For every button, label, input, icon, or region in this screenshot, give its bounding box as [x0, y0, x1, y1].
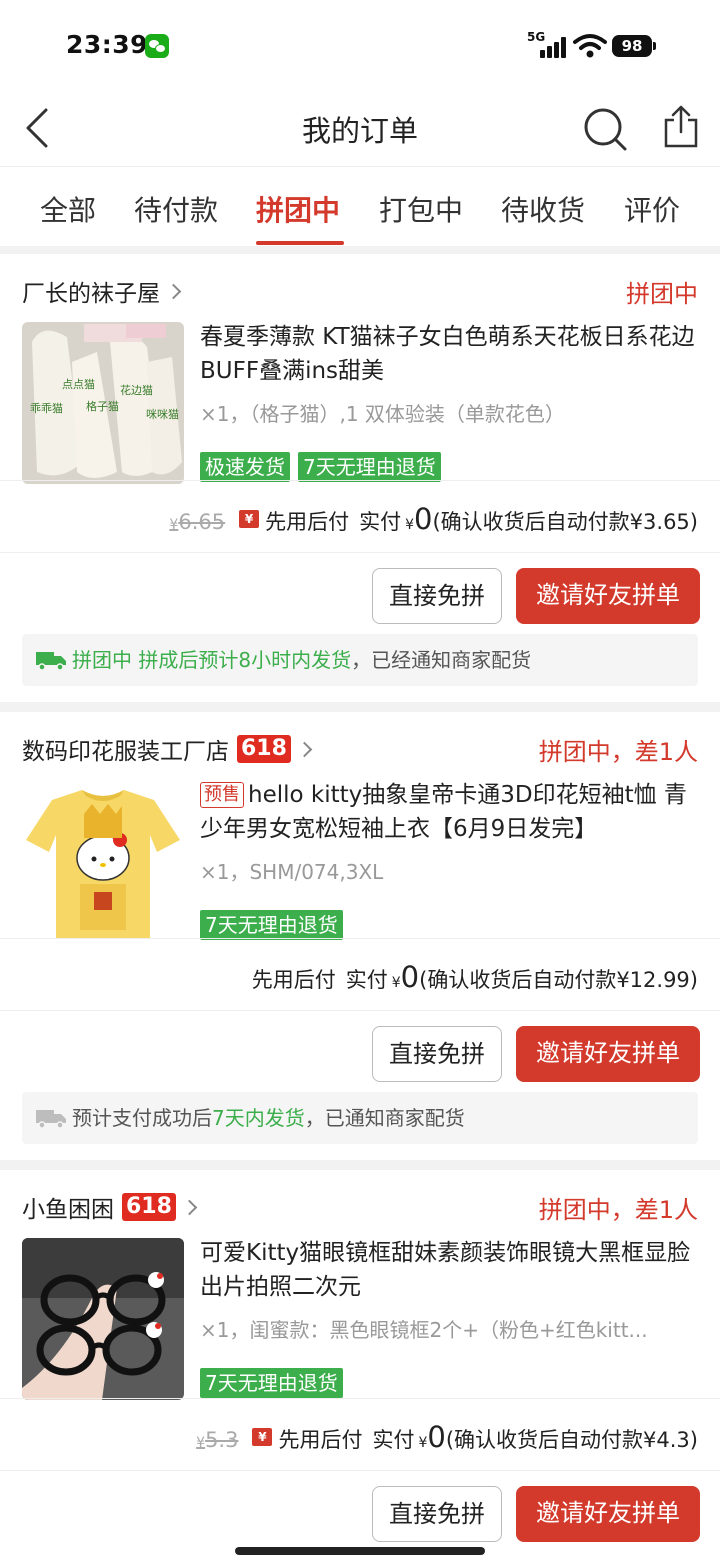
- order-card: 数码印花服装工厂店 618 拼团中，差1人 预售 hello kitty抽象皇帝卡…: [0, 712, 720, 1160]
- skip-group-button[interactable]: 直接免拼: [372, 1486, 502, 1542]
- chevron-right-icon: [181, 1199, 198, 1215]
- original-price: ¥5.3: [196, 1428, 239, 1452]
- shop-name-label: 小鱼困困: [22, 1197, 114, 1223]
- shipping-notice: 预计支付成功后7天内发货，已通知商家配货: [22, 1092, 698, 1144]
- share-icon[interactable]: [662, 104, 700, 150]
- invite-friend-button[interactable]: 邀请好友拼单: [516, 568, 700, 624]
- skip-group-button[interactable]: 直接免拼: [372, 568, 502, 624]
- truck-icon: [36, 652, 66, 670]
- chevron-right-icon: [165, 283, 182, 299]
- product-title-text: hello kitty抽象皇帝卡通3D印花短袖t恤 青少年男女宽松短袖上衣【6月…: [200, 782, 687, 842]
- skip-group-button[interactable]: 直接免拼: [372, 1026, 502, 1082]
- free-return-tag: 7天无理由退货: [200, 1368, 343, 1398]
- actual-amount: ¥0: [391, 960, 420, 994]
- pay-later-label: 先用后付: [278, 1428, 363, 1452]
- shipping-notice: 拼团中 拼成后预计8小时内发货，已经通知商家配货: [22, 634, 698, 686]
- promo-618-badge: 618: [122, 1193, 176, 1221]
- service-tags: 7天无理由退货: [200, 910, 343, 940]
- home-indicator[interactable]: [235, 1547, 485, 1555]
- truck-icon: [36, 1110, 66, 1128]
- thumb-label: 花边猫: [120, 384, 153, 397]
- pay-later-icon: ¥: [239, 510, 260, 528]
- actual-label: 实付: [345, 968, 388, 992]
- presale-tag: 预售: [200, 782, 244, 808]
- active-tab-indicator: [256, 241, 344, 245]
- notice-text: ，已经通知商家配货: [351, 648, 532, 672]
- notice-text: 预计支付成功后: [72, 1106, 212, 1130]
- free-return-tag: 7天无理由退货: [298, 452, 441, 482]
- auto-pay-note: (确认收货后自动付款¥12.99): [419, 968, 698, 992]
- order-status: 拼团中: [626, 280, 698, 308]
- clock: 23:39: [66, 30, 149, 59]
- pay-later-label: 先用后付: [265, 510, 350, 534]
- divider: [0, 1470, 720, 1471]
- divider: [0, 938, 720, 939]
- shop-name[interactable]: 厂长的袜子屋: [22, 274, 182, 308]
- order-tabs: 全部 待付款 拼团中 打包中 待收货 评价: [0, 166, 720, 246]
- chevron-right-icon: [296, 741, 313, 757]
- original-price: ¥6.65: [169, 510, 226, 534]
- thumb-label: 格子猫: [86, 399, 119, 413]
- thumb-label: 点点猫: [62, 378, 95, 391]
- product-spec: ×1，SHM/074,3XL: [200, 860, 384, 884]
- auto-pay-note: (确认收货后自动付款¥3.65): [432, 510, 698, 534]
- product-spec: ×1，（格子猫）,1 双体验装（单款花色）: [200, 402, 565, 426]
- service-tags: 极速发货 7天无理由退货: [200, 452, 441, 482]
- divider: [0, 480, 720, 481]
- tab-pending-payment[interactable]: 待付款: [134, 189, 218, 229]
- actual-amount: ¥0: [418, 1420, 446, 1454]
- product-title[interactable]: 春夏季薄款 KT猫袜子女白色萌系天花板日系花边BUFF叠满ins甜美: [200, 320, 700, 388]
- shop-name[interactable]: 小鱼困困 618: [22, 1190, 198, 1224]
- status-bar: 23:39 5G 98: [0, 0, 720, 92]
- product-title[interactable]: 可爱Kitty猫眼镜框甜妹素颜装饰眼镜大黑框显脸出片拍照二次元: [200, 1236, 700, 1304]
- search-icon[interactable]: [582, 106, 628, 152]
- pay-later-icon: ¥: [252, 1428, 273, 1446]
- auto-pay-note: (确认收货后自动付款¥4.3): [445, 1428, 698, 1452]
- divider: [0, 1398, 720, 1399]
- shop-name-label: 数码印花服装工厂店: [22, 739, 229, 765]
- notice-text: ，已通知商家配货: [304, 1106, 465, 1130]
- tab-all[interactable]: 全部: [40, 189, 96, 229]
- free-return-tag: 7天无理由退货: [200, 910, 343, 940]
- wechat-icon: [145, 34, 169, 58]
- fast-shipping-tag: 极速发货: [200, 452, 290, 482]
- price-row: ¥6.65 ¥ 先用后付 实付 ¥0 (确认收货后自动付款¥3.65): [169, 502, 698, 536]
- price-row: ¥5.3 ¥ 先用后付 实付 ¥0 (确认收货后自动付款¥4.3): [196, 1420, 698, 1454]
- nav-bar: 我的订单: [0, 92, 720, 166]
- price-row: 先用后付 实付 ¥0 (确认收货后自动付款¥12.99): [252, 960, 698, 994]
- divider: [0, 1010, 720, 1011]
- actual-label: 实付: [359, 510, 402, 534]
- signal-icon: [540, 36, 568, 58]
- order-card: 小鱼困困 618 拼团中，差1人 可爱Kitty猫眼镜框甜妹素颜装饰眼镜大黑框显…: [0, 1170, 720, 1567]
- product-image[interactable]: [22, 1238, 184, 1400]
- thumb-label: 乖乖猫: [30, 402, 63, 415]
- invite-friend-button[interactable]: 邀请好友拼单: [516, 1026, 700, 1082]
- order-status: 拼团中，差1人: [538, 1196, 698, 1224]
- divider: [0, 552, 720, 553]
- notice-highlight: 拼团中 拼成后预计8小时内发货: [72, 648, 352, 672]
- service-tags: 7天无理由退货: [200, 1368, 343, 1398]
- wifi-icon: [573, 34, 607, 58]
- shop-name[interactable]: 数码印花服装工厂店 618: [22, 732, 313, 766]
- tab-group-buying[interactable]: 拼团中: [256, 189, 340, 229]
- tab-review[interactable]: 评价: [624, 189, 680, 229]
- product-image[interactable]: 点点猫 花边猫 格子猫 乖乖猫 咪咪猫: [22, 322, 184, 484]
- product-title[interactable]: 预售 hello kitty抽象皇帝卡通3D印花短袖t恤 青少年男女宽松短袖上衣【…: [200, 778, 700, 846]
- battery-icon: 98: [612, 35, 656, 57]
- invite-friend-button[interactable]: 邀请好友拼单: [516, 1486, 700, 1542]
- product-image[interactable]: [22, 780, 184, 942]
- actual-amount: ¥0: [405, 502, 433, 536]
- thumb-label: 咪咪猫: [146, 408, 179, 421]
- pay-later-label: 先用后付: [251, 968, 336, 992]
- product-spec: ×1，闺蜜款：黑色眼镜框2个+（粉色+红色kitt...: [200, 1318, 648, 1342]
- shop-name-label: 厂长的袜子屋: [22, 281, 160, 307]
- order-card: 厂长的袜子屋 拼团中 点点猫 花边猫 格子猫 乖乖猫 咪咪猫 春夏季薄款 KT猫…: [0, 254, 720, 702]
- promo-618-badge: 618: [237, 735, 291, 763]
- tab-to-receive[interactable]: 待收货: [501, 189, 585, 229]
- notice-highlight: 7天内发货: [212, 1106, 305, 1130]
- tab-packing[interactable]: 打包中: [379, 189, 463, 229]
- order-status: 拼团中，差1人: [538, 738, 698, 766]
- actual-label: 实付: [372, 1428, 415, 1452]
